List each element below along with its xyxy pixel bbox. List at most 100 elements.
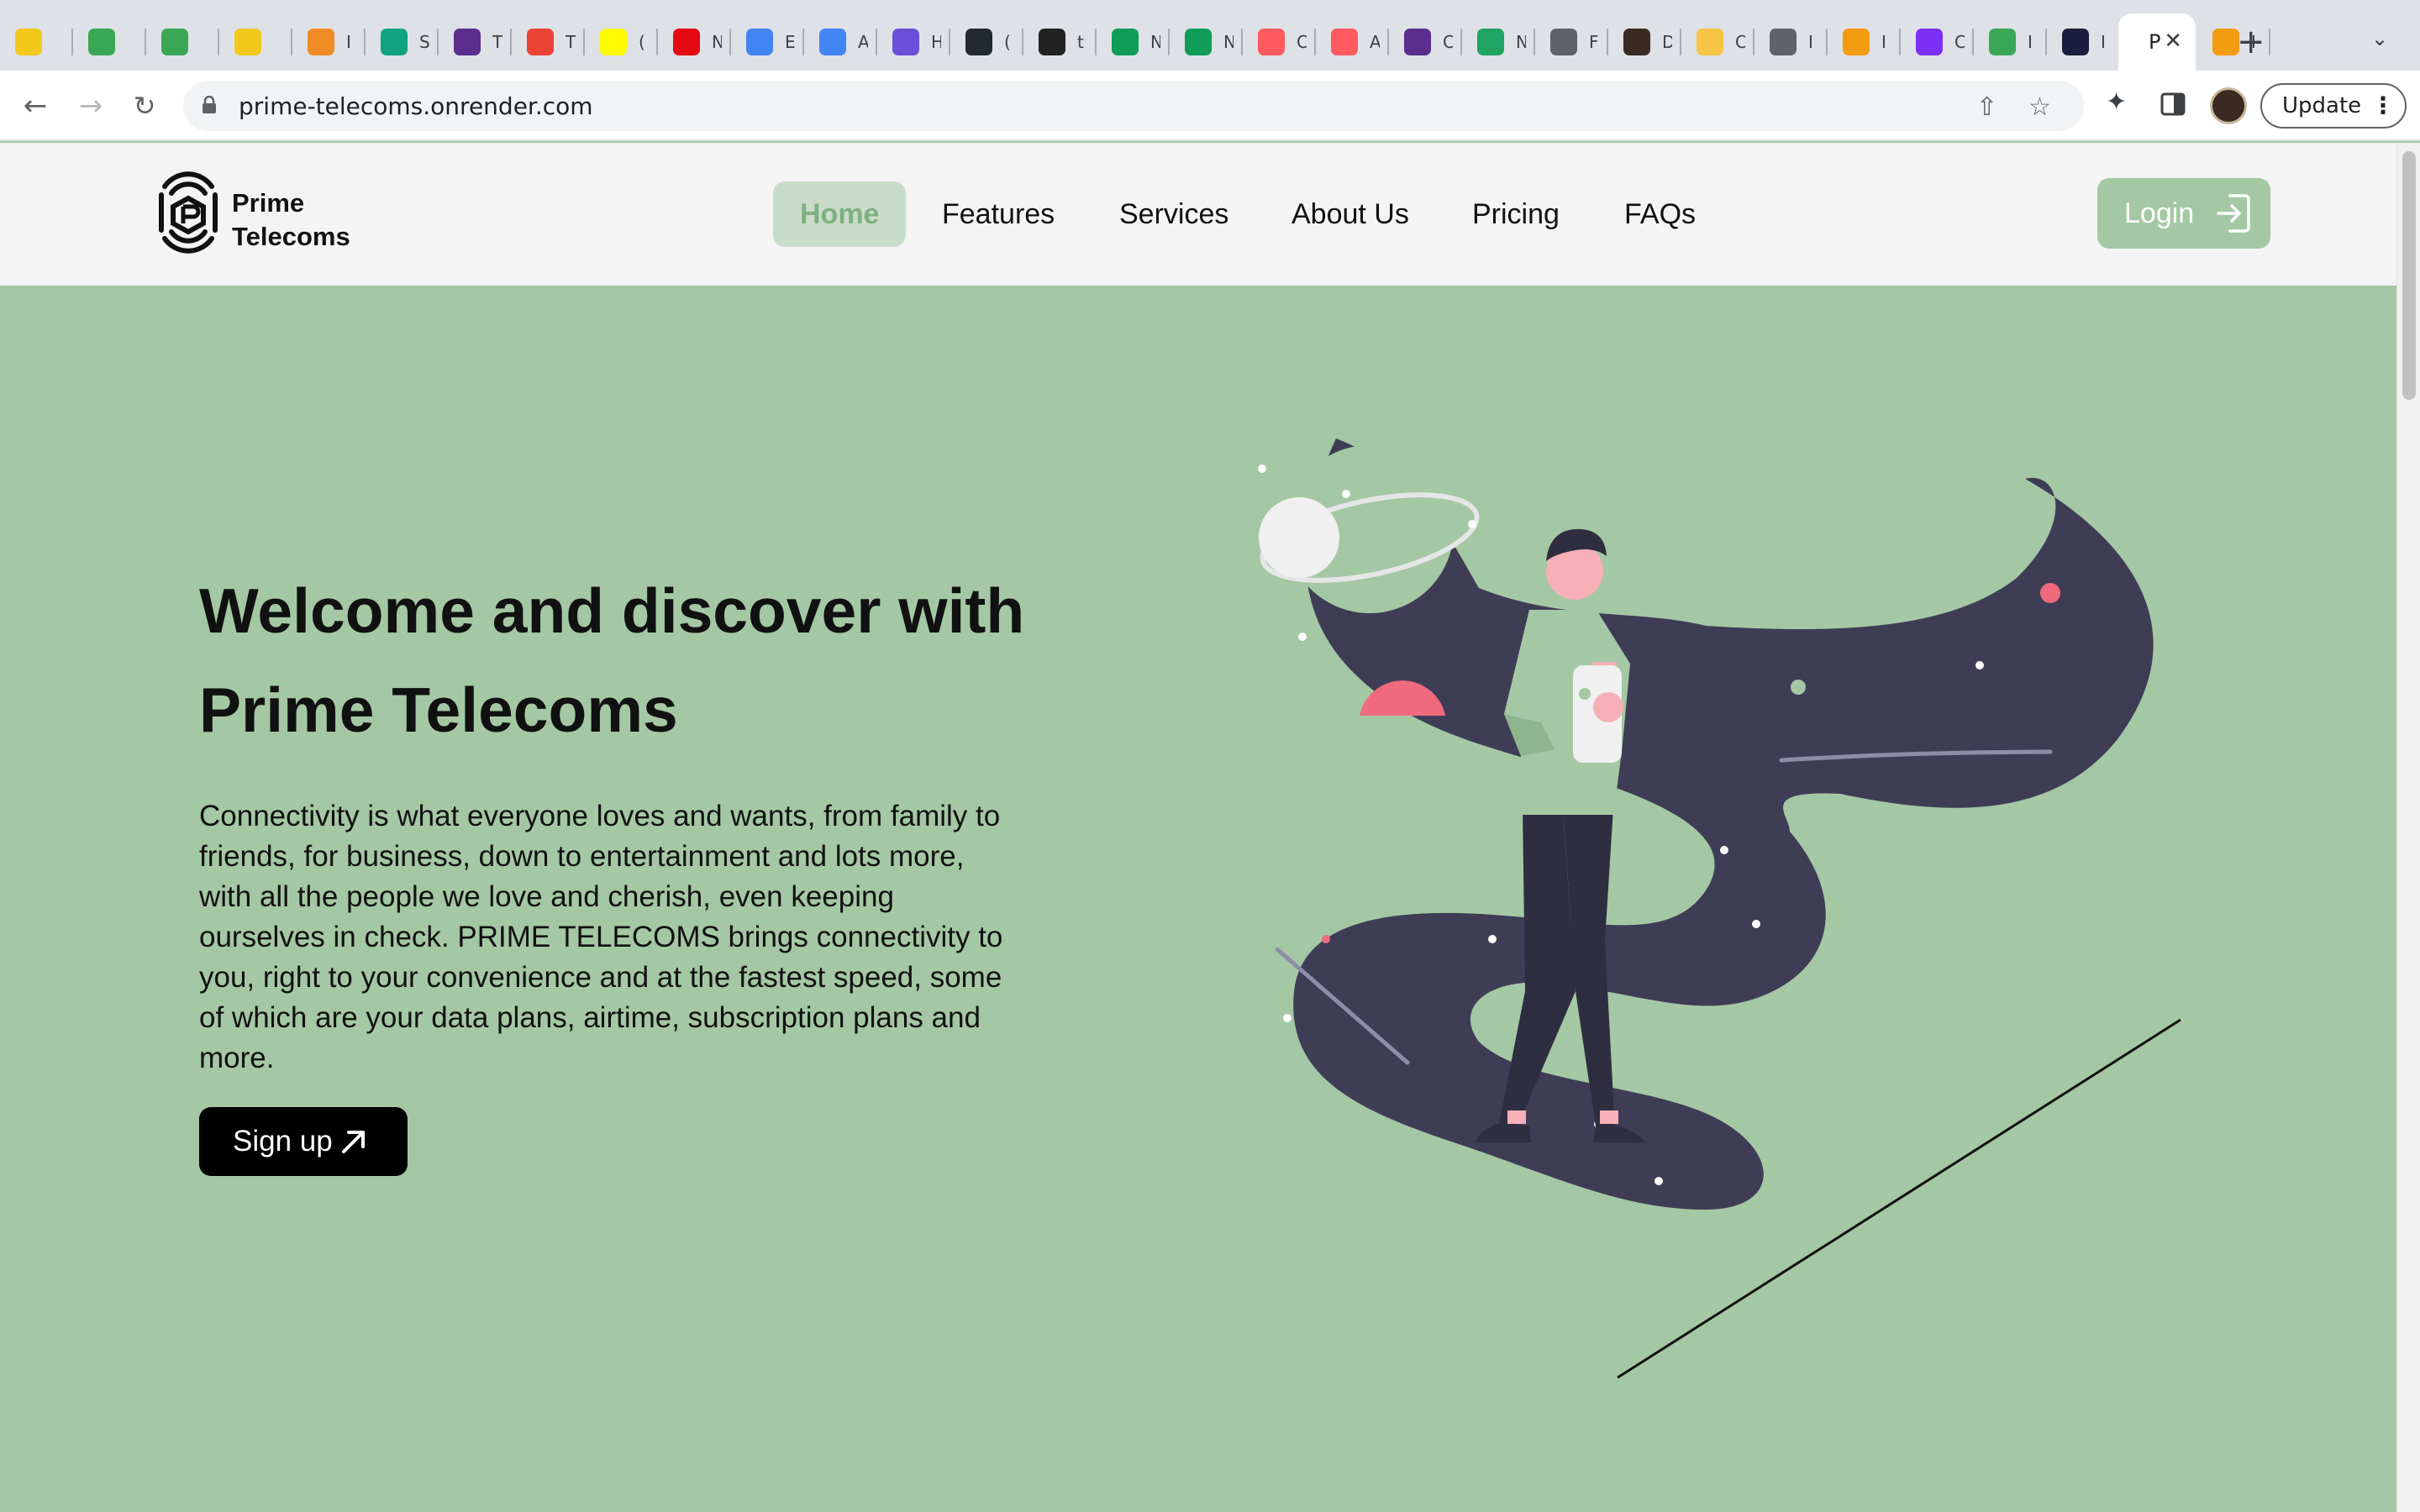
browser-tab[interactable]: A (804, 20, 877, 64)
browser-tab[interactable]: I (1754, 20, 1828, 64)
close-tab-icon[interactable]: ✕ (2164, 30, 2182, 52)
nav-features[interactable]: Features (915, 181, 1081, 247)
airbnb-icon (1331, 29, 1358, 55)
reload-button[interactable]: ↻ (126, 87, 163, 124)
tab-title: C (1954, 32, 1965, 52)
google-docs-icon (746, 29, 773, 55)
forward-button[interactable]: → (72, 87, 109, 124)
pink-star (2040, 583, 2060, 603)
letter-a-icon (1404, 29, 1431, 55)
tab-separator (2269, 29, 2270, 55)
nav-about-us[interactable]: About Us (1265, 181, 1436, 247)
browser-tab[interactable]: I (2047, 20, 2120, 64)
tab-title: N (712, 32, 722, 52)
browser-tab[interactable]: C (1389, 20, 1462, 64)
brand-line-2: Telecoms (232, 222, 350, 251)
globe-icon (1550, 29, 1577, 55)
bookmark-star-icon[interactable]: ☆ (2028, 92, 2051, 122)
share-icon[interactable]: ⇧ (1976, 92, 1997, 122)
browser-tab[interactable]: S (366, 20, 439, 64)
airbnb-icon (1258, 29, 1285, 55)
browser-tab[interactable]: I (292, 20, 366, 64)
grid-icon (1039, 29, 1065, 55)
new-tab-button[interactable]: + (2237, 24, 2265, 60)
tab-title: C (1443, 32, 1453, 52)
google-drive-icon (1477, 29, 1504, 55)
browser-tab[interactable]: N (1170, 20, 1243, 64)
nav-home[interactable]: Home (773, 181, 907, 247)
github-icon (965, 29, 992, 55)
nav-faqs[interactable]: FAQs (1597, 181, 1723, 247)
tab-title: N (1150, 32, 1160, 52)
tab-active[interactable]: P ✕ (2118, 13, 2196, 71)
person-icon (1623, 29, 1650, 55)
browser-tab[interactable]: C (1681, 20, 1754, 64)
more-menu-icon: ⋮ (2371, 92, 2395, 119)
robot-icon (1989, 29, 2016, 55)
pma-icon (308, 29, 334, 55)
login-button[interactable]: Login (2097, 178, 2270, 249)
tab-title: ( (639, 32, 645, 52)
address-bar[interactable]: prime-telecoms.onrender.com ⇧ ☆ (183, 81, 2084, 131)
scrollbar-thumb[interactable] (2402, 151, 2416, 400)
browser-tab[interactable] (0, 20, 73, 64)
tab-title: H (931, 32, 941, 52)
browser-tab[interactable]: N (1462, 20, 1535, 64)
k-icon (2062, 29, 2089, 55)
browser-tab[interactable]: C (1243, 20, 1316, 64)
browser-tab[interactable] (73, 20, 146, 64)
browser-tab[interactable]: C (1901, 20, 1974, 64)
tab-title: F (1589, 32, 1599, 52)
tab-title: D (1662, 32, 1672, 52)
tab-search-chevron-icon[interactable]: ⌄ (2371, 27, 2388, 50)
browser-tab[interactable]: H (877, 20, 950, 64)
tab-title: t (1077, 32, 1084, 52)
browser-tab[interactable]: N (1097, 20, 1170, 64)
star (1488, 935, 1497, 943)
browser-tab[interactable]: I (1828, 20, 1901, 64)
update-button[interactable]: Update ⋮ (2260, 83, 2407, 129)
sign-up-button[interactable]: Sign up (199, 1107, 408, 1176)
prime-telecoms-logo[interactable] (155, 161, 222, 264)
browser-tab[interactable]: D (1608, 20, 1681, 64)
update-label: Update (2282, 93, 2362, 118)
back-button[interactable]: ← (17, 87, 54, 124)
star (1322, 935, 1330, 943)
browser-tab[interactable]: A (1316, 20, 1389, 64)
site-header: Prime Telecoms Home Features Services Ab… (0, 143, 2396, 286)
tab-title: A (1370, 32, 1380, 52)
arrow-up-right-icon (342, 1131, 365, 1153)
browser-tab[interactable]: F (1535, 20, 1608, 64)
tab-title: N (1223, 32, 1234, 52)
nav-services[interactable]: Services (1092, 181, 1255, 247)
tab-title: I (2101, 32, 2106, 52)
browser-tab[interactable]: T (439, 20, 512, 64)
star (1258, 465, 1266, 473)
tab-title: T (492, 32, 502, 52)
browser-tab[interactable]: T (512, 20, 585, 64)
browser-tab[interactable]: ( (585, 20, 658, 64)
green-star (1791, 680, 1806, 695)
extensions-puzzle-icon[interactable]: ✦ (2106, 87, 2127, 117)
browser-tab[interactable] (219, 20, 292, 64)
browser-tab[interactable] (146, 20, 219, 64)
browser-tab[interactable]: t (1023, 20, 1097, 64)
letter-a-icon (454, 29, 481, 55)
star (1342, 490, 1350, 498)
browser-tab[interactable]: N (658, 20, 731, 64)
login-arrow-icon (2217, 194, 2250, 233)
star (1655, 1177, 1663, 1185)
nav-pricing[interactable]: Pricing (1445, 181, 1586, 247)
browser-tab[interactable]: E (731, 20, 804, 64)
tab-title: A (858, 32, 868, 52)
browser-tab[interactable]: ( (950, 20, 1023, 64)
page-scrollbar[interactable] (2396, 143, 2420, 1512)
star (1283, 1014, 1292, 1022)
brand-name[interactable]: Prime Telecoms (232, 186, 350, 254)
profile-avatar[interactable] (2210, 87, 2247, 124)
browser-tab[interactable]: I (1974, 20, 2047, 64)
snapchat-icon (600, 29, 627, 55)
tab-title: ( (1004, 32, 1011, 52)
side-panel-icon[interactable] (2160, 91, 2186, 118)
star (1975, 661, 1984, 669)
